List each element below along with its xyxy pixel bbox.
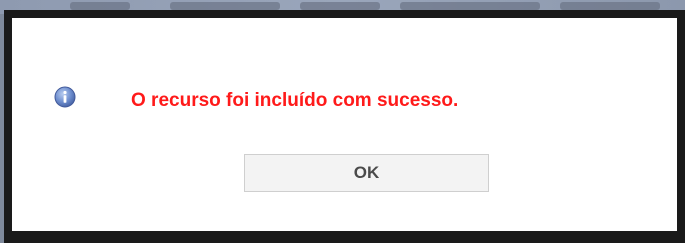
background-blur xyxy=(300,2,380,10)
info-icon xyxy=(54,86,76,108)
background-blur xyxy=(170,2,280,10)
dialog-message: O recurso foi incluído com sucesso. xyxy=(131,90,459,111)
background-blur xyxy=(400,2,540,10)
background-blur xyxy=(70,2,130,10)
ok-button[interactable]: OK xyxy=(244,154,489,192)
background-blur xyxy=(560,2,660,10)
message-dialog xyxy=(12,18,677,231)
